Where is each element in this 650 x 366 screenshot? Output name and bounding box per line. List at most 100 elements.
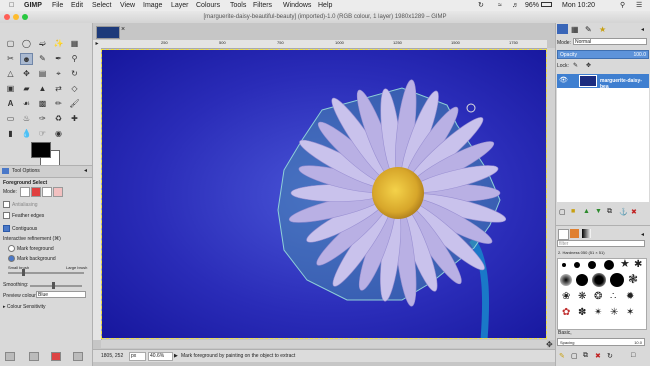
brush-item-pepper[interactable]: ✿ [562, 307, 570, 319]
colour-sensitivity-expander[interactable]: ▸ Colour Sensitivity [3, 304, 46, 310]
menu-app-gimp[interactable]: GIMP [24, 0, 42, 11]
perspective-clone-tool-icon[interactable]: ▮ [4, 128, 17, 140]
align-tool-icon[interactable]: ▤ [36, 68, 49, 80]
image-tab-thumbnail[interactable] [96, 26, 120, 39]
brush-item[interactable] [576, 274, 588, 286]
paintbrush-tool-icon[interactable]: 🖌 [68, 98, 81, 110]
fuzzy-select-tool-icon[interactable]: ✨ [52, 38, 65, 50]
tool-options-tab[interactable]: Tool Options [12, 168, 40, 174]
pencil-tool-icon[interactable]: ✏ [52, 98, 65, 110]
duplicate-brush-icon[interactable]: ⧉ [583, 352, 588, 360]
navigate-icon[interactable]: ✥ [546, 341, 553, 349]
image-canvas[interactable] [101, 49, 547, 339]
brush-item-chalk[interactable]: ✶ [626, 307, 634, 319]
scale-tool-icon[interactable]: ▣ [4, 83, 17, 95]
vertical-scrollbar[interactable] [547, 48, 555, 340]
volume-icon[interactable]: ♬ [512, 0, 519, 11]
paths-tool-icon[interactable]: ✎ [36, 53, 49, 65]
save-options-icon[interactable] [5, 352, 15, 361]
layer-thumbnail[interactable] [579, 75, 597, 87]
eraser-tool-icon[interactable]: ▭ [4, 113, 17, 125]
brush-filter-input[interactable]: filter [557, 240, 645, 247]
brush-item-splatter[interactable]: ❂ [594, 291, 602, 303]
mode-intersect-icon[interactable] [53, 187, 63, 197]
minimize-window-icon[interactable] [13, 14, 19, 20]
antialiasing-checkbox[interactable] [3, 201, 10, 208]
foreground-select-tool-icon[interactable]: ☻ [20, 53, 33, 65]
brush-item-splat[interactable]: ❃ [628, 272, 638, 286]
anchor-layer-icon[interactable]: ⚓ [619, 208, 628, 216]
daisy-image[interactable] [102, 50, 547, 339]
perspective-tool-icon[interactable]: ▲ [36, 83, 49, 95]
zoom-select[interactable]: 40.6% [148, 352, 173, 361]
spotlight-icon[interactable]: ⚲ [620, 0, 625, 11]
mark-foreground-option[interactable]: Mark foreground [8, 245, 54, 252]
unit-select[interactable]: px [129, 352, 146, 361]
flip-tool-icon[interactable]: ⇄ [52, 83, 65, 95]
brush-item-sponge[interactable]: ✴ [594, 307, 602, 319]
shear-tool-icon[interactable]: ▰ [20, 83, 33, 95]
brush-item-cross[interactable]: ✱ [634, 259, 642, 270]
zoom-tool-icon[interactable]: ⚲ [68, 53, 81, 65]
antialiasing-option[interactable]: Antialiasing [3, 201, 38, 208]
layers-tab-icon[interactable] [557, 24, 568, 34]
ellipse-select-tool-icon[interactable]: ◯ [20, 38, 33, 50]
menu-colours[interactable]: Colours [196, 0, 220, 11]
menu-edit[interactable]: Edit [71, 0, 83, 11]
text-tool-icon[interactable]: A [4, 98, 17, 110]
spacing-slider[interactable]: Spacing 10.0 [557, 338, 645, 346]
menu-help[interactable]: Help [318, 0, 332, 11]
brush-item[interactable] [562, 263, 566, 267]
free-select-tool-icon[interactable]: ➫ [36, 38, 49, 50]
contiguous-checkbox[interactable] [3, 225, 10, 232]
menu-windows[interactable]: Windows [283, 0, 311, 11]
gradients-tab-icon[interactable] [582, 229, 591, 238]
mode-add-icon[interactable] [31, 187, 41, 197]
scissors-tool-icon[interactable]: ✂ [4, 53, 17, 65]
dock-menu-icon[interactable]: ◂ [641, 26, 644, 33]
blur-tool-icon[interactable]: 💧 [20, 128, 33, 140]
mode-replace-icon[interactable] [20, 187, 30, 197]
quick-mask-corner-icon[interactable]: ▸ [93, 40, 101, 48]
brush-item-cells[interactable]: ✹ [626, 291, 634, 303]
brush-item-texture[interactable]: ❋ [578, 291, 586, 303]
brush-item-star[interactable]: ★ [620, 259, 630, 270]
rotate-tool-icon[interactable]: ↻ [68, 68, 81, 80]
close-window-icon[interactable] [4, 14, 10, 20]
refresh-brushes-icon[interactable]: ↻ [607, 352, 613, 360]
brush-item-smoke[interactable]: ✽ [578, 307, 586, 319]
color-select-tool-icon[interactable]: ▦ [68, 38, 81, 50]
layer-visibility-eye-icon[interactable]: 👁 [559, 77, 568, 85]
move-tool-icon[interactable]: ✥ [20, 68, 33, 80]
color-picker-tool-icon[interactable]: ✒ [52, 53, 65, 65]
lock-position-icon[interactable]: ✥ [586, 62, 591, 69]
brushes-menu-icon[interactable]: ◂ [641, 231, 644, 238]
clone-tool-icon[interactable]: ♻ [52, 113, 65, 125]
wifi-icon[interactable]: ≈ [498, 0, 502, 11]
menu-filters[interactable]: Filters [253, 0, 272, 11]
notification-center-icon[interactable]: ☰ [636, 0, 642, 11]
contiguous-option[interactable]: Contiguous [3, 225, 37, 232]
raise-layer-icon[interactable]: ▲ [583, 208, 590, 215]
menu-tools[interactable]: Tools [230, 0, 246, 11]
clock[interactable]: Mon 10:20 [562, 0, 595, 11]
airbrush-tool-icon[interactable]: ♨ [20, 113, 33, 125]
reset-options-icon[interactable] [73, 352, 83, 361]
preview-colour-select[interactable]: Blue [36, 291, 86, 298]
new-layer-group-icon[interactable]: ■ [571, 208, 575, 215]
delete-options-icon[interactable] [51, 352, 61, 361]
brush-item[interactable] [560, 274, 572, 286]
brush-size-slider-handle[interactable] [22, 269, 25, 276]
lower-layer-icon[interactable]: ▼ [595, 208, 602, 215]
brush-item-acrylic[interactable]: ✳ [610, 307, 618, 319]
undo-history-tab-icon[interactable]: ★ [599, 25, 606, 34]
menu-layer[interactable]: Layer [171, 0, 189, 11]
restore-options-icon[interactable] [29, 352, 39, 361]
crop-tool-icon[interactable]: ⌖ [52, 68, 65, 80]
bucket-fill-tool-icon[interactable]: ☙ [20, 98, 33, 110]
menu-select[interactable]: Select [92, 0, 111, 11]
blend-tool-icon[interactable]: ▩ [36, 98, 49, 110]
layer-row[interactable]: 👁 marguerite-daisy-bea [557, 74, 649, 90]
brush-grid[interactable]: ★ ✱ ❃ ❀ ❋ ❂ ∴ ✹ ✿ ✽ ✴ ✳ ✶ [557, 258, 647, 330]
brush-to-image-icon[interactable]: □ [631, 352, 635, 359]
